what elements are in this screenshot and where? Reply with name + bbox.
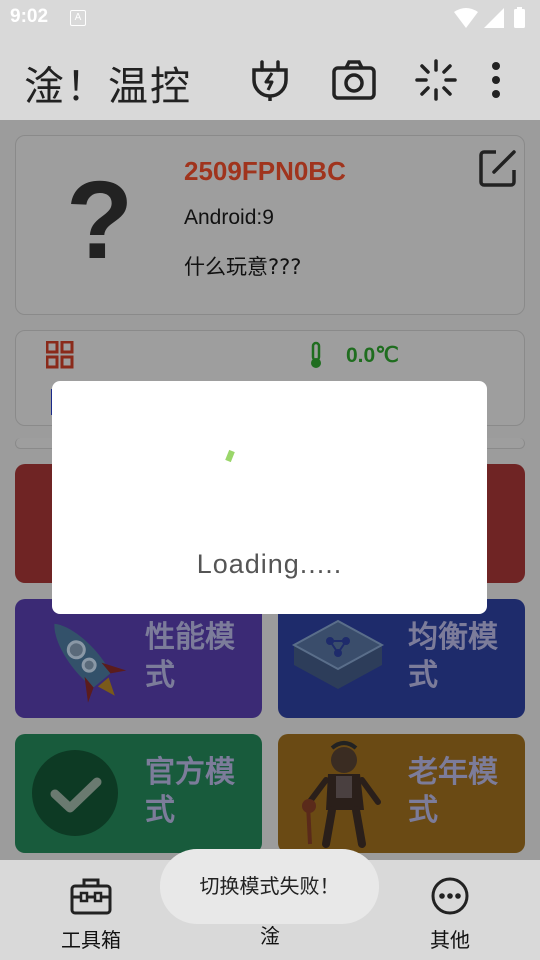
temperature-value: 0.0℃ — [346, 344, 399, 367]
device-image-placeholder: ? — [66, 159, 134, 282]
notification-icon: A — [70, 10, 86, 26]
official-mode-label: 官方模式 — [145, 755, 235, 828]
balanced-mode-button[interactable]: 均衡模式 — [278, 599, 525, 718]
status-icons — [454, 7, 525, 28]
loading-text: Loading..... — [196, 549, 343, 579]
toolbox-icon — [70, 878, 112, 915]
battery-icon — [514, 9, 525, 28]
nav-center-label: 淦 — [260, 924, 280, 948]
elderly-mode-label: 老年模式 — [408, 755, 498, 828]
app-bar: 淦！温控 — [0, 36, 540, 120]
official-mode-button[interactable]: 官方模式 — [15, 734, 262, 853]
more-vertical-icon[interactable] — [486, 58, 506, 102]
nav-other-label: 其他 — [430, 928, 470, 952]
balanced-mode-label: 均衡模式 — [408, 620, 498, 693]
toast-message: 切换模式失败！ — [160, 849, 379, 924]
loading-icon[interactable] — [414, 58, 458, 102]
performance-mode-label: 性能模式 — [145, 620, 235, 693]
network-box-icon — [291, 619, 385, 689]
loading-dialog: Loading..... — [52, 381, 487, 614]
status-time: 9:02 — [10, 6, 49, 27]
status-bar: 9:02 A — [0, 0, 540, 36]
more-circle-icon — [431, 877, 469, 915]
edit-icon[interactable] — [478, 148, 518, 188]
signal-icon — [484, 8, 504, 28]
wifi-icon — [454, 8, 478, 28]
nav-other[interactable]: 其他 — [395, 876, 505, 953]
elderly-mode-button[interactable]: 老年模式 — [278, 734, 525, 853]
device-model: 2509FPN0BC — [184, 156, 346, 186]
old-man-icon — [302, 741, 381, 848]
android-version: Android:9 — [184, 206, 274, 229]
thermometer-icon — [311, 341, 321, 368]
plug-icon[interactable] — [248, 58, 292, 102]
performance-mode-button[interactable]: 性能模式 — [15, 599, 262, 718]
rocket-icon — [54, 623, 127, 703]
apps-grid-icon — [46, 341, 74, 369]
nav-tools[interactable]: 工具箱 — [36, 876, 146, 953]
spinner-icon — [225, 449, 235, 463]
device-info-card: ? 2509FPN0BC Android:9 什么玩意??? — [15, 135, 525, 315]
app-title: 淦！温控 — [24, 64, 192, 110]
nav-tools-label: 工具箱 — [61, 928, 121, 952]
device-nickname: 什么玩意??? — [184, 255, 302, 279]
check-circle-icon — [32, 750, 118, 836]
camera-icon[interactable] — [332, 58, 376, 102]
